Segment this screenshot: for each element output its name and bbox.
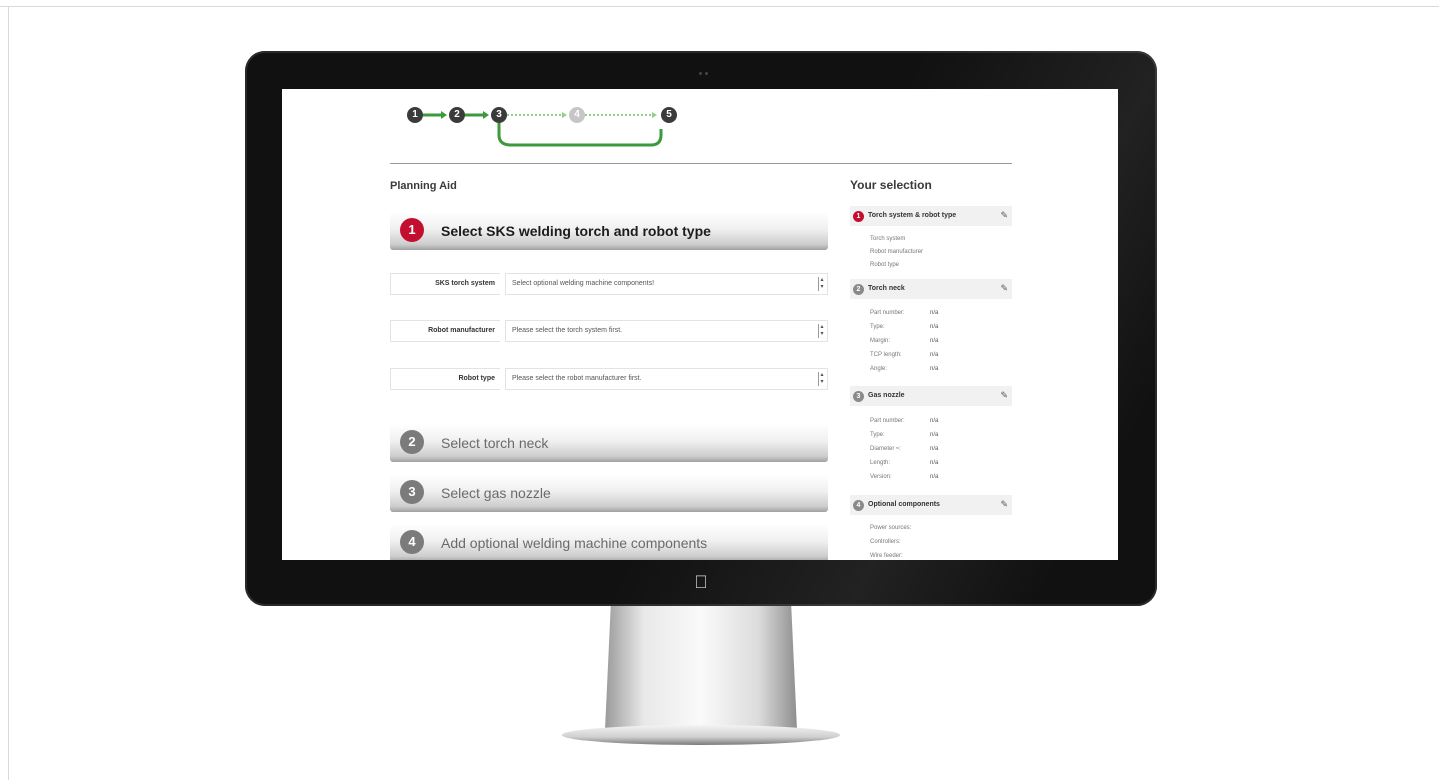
step-2[interactable]: 2	[449, 107, 465, 123]
sidebar-value: n/a	[930, 460, 939, 466]
sidebar-number: 3	[853, 391, 864, 402]
robot-type-value: Please select the robot manufacturer fir…	[512, 375, 642, 382]
sidebar-item: Torch system	[870, 236, 906, 242]
step-4[interactable]: 4	[569, 107, 585, 123]
step-1[interactable]: 1	[407, 107, 423, 123]
step-3[interactable]: 3	[491, 107, 507, 123]
sidebar-number: 2	[853, 284, 864, 295]
sidebar-item: Wire feeder:	[870, 553, 903, 559]
robot-manufacturer-label: Robot manufacturer	[390, 320, 500, 342]
monitor-stand-base	[562, 725, 840, 745]
section-label: Select SKS welding torch and robot type	[441, 223, 711, 239]
sidebar-number: 1	[853, 211, 864, 222]
section-4-header[interactable]: 4 Add optional welding machine component…	[390, 524, 828, 560]
sidebar-value: n/a	[930, 352, 939, 358]
sidebar-item: Robot type	[870, 262, 900, 268]
robot-manufacturer-value: Please select the torch system first.	[512, 327, 623, 334]
robot-type-label: Robot type	[390, 368, 500, 390]
sidebar-group-gas-nozzle[interactable]: 3 Gas nozzle ✎	[850, 386, 1012, 406]
sidebar-group-torch-neck[interactable]: 2 Torch neck ✎	[850, 279, 1012, 299]
section-number: 1	[400, 218, 424, 242]
sidebar-group-optional-components[interactable]: 4 Optional components ✎	[850, 495, 1012, 515]
sidebar-value: n/a	[930, 446, 939, 452]
edit-pencil-icon[interactable]: ✎	[1000, 390, 1008, 401]
sidebar-value: n/a	[930, 418, 939, 424]
sidebar-group-title: Torch neck	[868, 285, 905, 292]
section-number: 3	[400, 480, 424, 504]
select-arrow-icon: ▴ ▾	[818, 372, 825, 386]
section-number: 4	[400, 530, 424, 554]
sidebar-item: Margin:	[870, 338, 891, 344]
section-2-header[interactable]: 2 Select torch neck	[390, 424, 828, 462]
step-5[interactable]: 5	[661, 107, 677, 123]
sidebar-item: Type:	[870, 324, 885, 330]
edit-pencil-icon[interactable]: ✎	[1000, 210, 1008, 221]
torch-system-row: SKS torch system Select optional welding…	[390, 273, 828, 295]
planning-title: Planning Aid	[390, 180, 457, 192]
sidebar-item: Power sources:	[870, 525, 912, 531]
sidebar-item: Diameter ≈:	[870, 446, 901, 452]
sidebar-value: n/a	[930, 432, 939, 438]
robot-type-select[interactable]: Please select the robot manufacturer fir…	[505, 368, 828, 390]
monitor-stand	[605, 606, 797, 730]
section-label: Select torch neck	[441, 435, 549, 451]
sidebar-value: n/a	[930, 366, 939, 372]
sidebar-item: TCP length:	[870, 352, 902, 358]
torch-system-value: Select optional welding machine componen…	[512, 280, 655, 287]
sidebar-item: Length:	[870, 460, 891, 466]
select-arrow-icon: ▴ ▾	[818, 324, 825, 338]
sidebar-value: n/a	[930, 324, 939, 330]
sidebar-value: n/a	[930, 310, 939, 316]
sidebar-item: Controllers:	[870, 539, 901, 545]
apple-logo-icon: 	[693, 573, 709, 591]
torch-system-select[interactable]: Select optional welding machine componen…	[505, 273, 828, 295]
monitor-screen: 1 2 3 4 5 Planning Aid Your selection 1 …	[282, 89, 1118, 560]
section-3-header[interactable]: 3 Select gas nozzle	[390, 474, 828, 512]
edit-pencil-icon[interactable]: ✎	[1000, 499, 1008, 510]
select-arrow-icon: ▴ ▾	[818, 277, 825, 291]
sidebar-item: Robot manufacturer	[870, 249, 924, 255]
frame-top-line	[0, 6, 1439, 7]
progress-steps: 1 2 3 4 5	[407, 107, 687, 167]
robot-manufacturer-row: Robot manufacturer Please select the tor…	[390, 320, 828, 342]
divider	[390, 163, 1012, 164]
robot-type-row: Robot type Please select the robot manuf…	[390, 368, 828, 390]
robot-manufacturer-select[interactable]: Please select the torch system first. ▴ ▾	[505, 320, 828, 342]
sidebar-number: 4	[853, 500, 864, 511]
torch-system-label: SKS torch system	[390, 273, 500, 295]
selection-title: Your selection	[850, 178, 932, 192]
section-1-header[interactable]: 1 Select SKS welding torch and robot typ…	[390, 212, 828, 250]
camera-icon	[699, 62, 711, 75]
sidebar-group-title: Optional components	[868, 501, 940, 508]
sidebar-item: Version:	[870, 474, 892, 480]
sidebar-group-title: Gas nozzle	[868, 392, 905, 399]
edit-pencil-icon[interactable]: ✎	[1000, 283, 1008, 294]
sidebar-item: Type:	[870, 432, 885, 438]
section-label: Select gas nozzle	[441, 485, 551, 501]
sidebar-group-torch-system[interactable]: 1 Torch system & robot type ✎	[850, 206, 1012, 226]
sidebar-item: Part number:	[870, 418, 905, 424]
sidebar-item: Part number:	[870, 310, 905, 316]
sidebar-value: n/a	[930, 338, 939, 344]
sidebar-value: n/a	[930, 474, 939, 480]
sidebar-item: Angle:	[870, 366, 888, 372]
section-label: Add optional welding machine components	[441, 535, 708, 551]
sidebar-group-title: Torch system & robot type	[868, 212, 957, 219]
section-number: 2	[400, 430, 424, 454]
frame-left-line	[8, 6, 9, 780]
